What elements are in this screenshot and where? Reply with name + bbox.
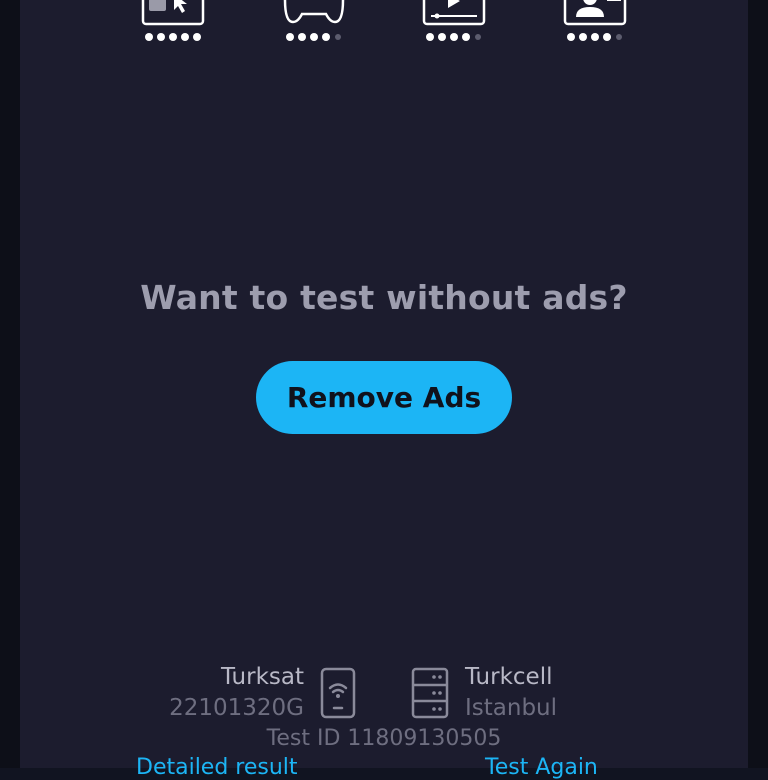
rating-browsing [141, 0, 205, 44]
left-screen-edge [0, 0, 20, 768]
rating-dot-empty [335, 34, 341, 40]
rating-dot-filled [450, 33, 458, 41]
rating-dots [426, 33, 481, 41]
rating-dot-filled [169, 33, 177, 41]
rating-dots [286, 33, 341, 41]
server-location: Istanbul [465, 695, 558, 721]
rating-dot-filled [579, 33, 587, 41]
rating-streaming [422, 0, 486, 44]
video-call-icon [563, 0, 627, 26]
rating-dots [567, 33, 622, 41]
rating-dot-filled [145, 33, 153, 41]
rating-dot-empty [475, 34, 481, 40]
rating-dot-filled [193, 33, 201, 41]
rating-dots [145, 33, 201, 41]
rating-dot-empty [616, 34, 622, 40]
server-name: Turkcell [465, 664, 553, 690]
rating-dot-filled [462, 33, 470, 41]
wifi-phone-icon [320, 667, 356, 719]
remove-ads-prompt: Want to test without ads? [140, 278, 628, 317]
server-icon [411, 667, 449, 719]
rating-dot-filled [591, 33, 599, 41]
provider-name: Turksat [220, 664, 304, 690]
browser-cursor-icon [141, 0, 205, 26]
video-player-icon [422, 0, 486, 26]
rating-dot-filled [286, 33, 294, 41]
rating-dot-filled [426, 33, 434, 41]
rating-dot-filled [438, 33, 446, 41]
rating-dot-filled [603, 33, 611, 41]
remove-ads-button[interactable]: Remove Ads [256, 361, 512, 434]
rating-dot-filled [310, 33, 318, 41]
rating-gaming [282, 0, 346, 44]
rating-dot-filled [181, 33, 189, 41]
test-id-label: Test ID 11809130505 [266, 726, 502, 751]
gamepad-icon [283, 0, 345, 24]
provider-id: 22101320G [169, 695, 304, 721]
rating-video-call [563, 0, 627, 44]
rating-dot-filled [298, 33, 306, 41]
right-screen-edge [748, 0, 768, 768]
rating-dot-filled [157, 33, 165, 41]
rating-dot-filled [567, 33, 575, 41]
rating-dot-filled [322, 33, 330, 41]
